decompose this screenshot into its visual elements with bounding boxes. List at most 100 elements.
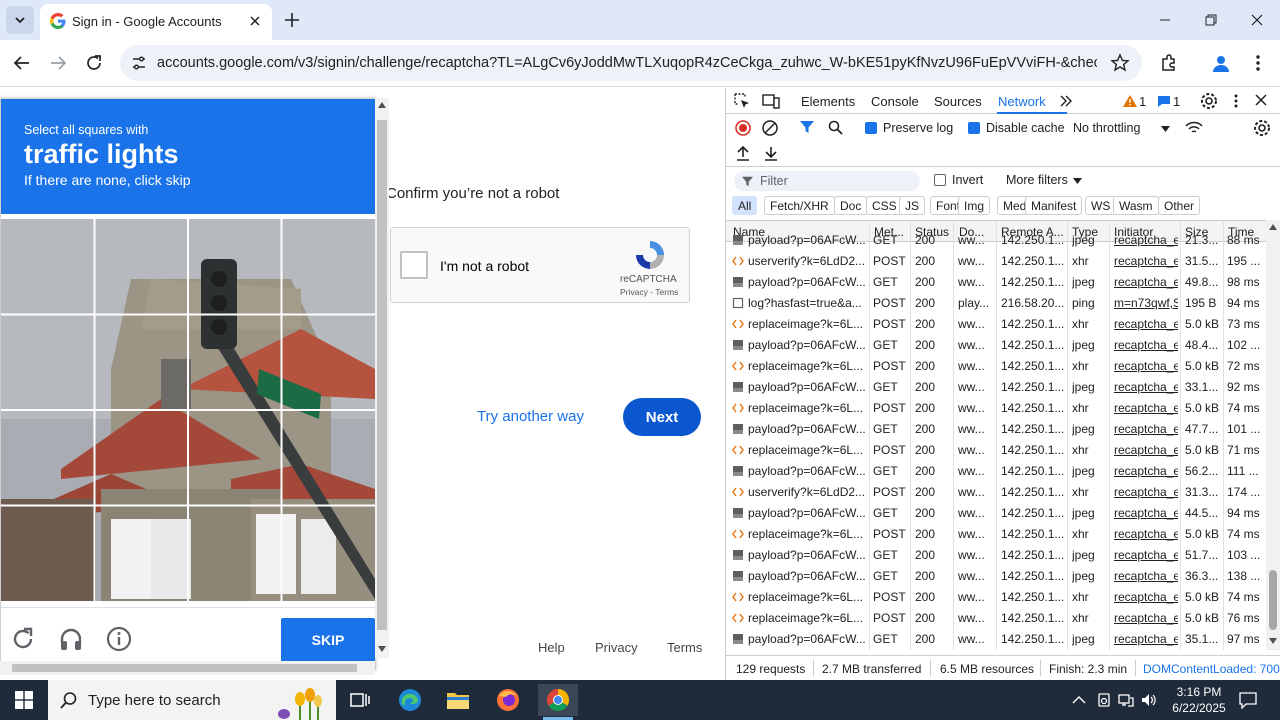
cell-initiator[interactable]: recaptcha_e	[1114, 338, 1178, 352]
task-view-button[interactable]	[340, 684, 380, 716]
cell-name[interactable]: payload?p=06AFcW...	[748, 275, 868, 289]
scrollbar-thumb[interactable]	[377, 120, 387, 630]
message-icon[interactable]	[1157, 95, 1171, 108]
dropdown-arrow-icon[interactable]	[1073, 178, 1082, 184]
device-icon[interactable]	[1096, 692, 1112, 708]
type-filter-other[interactable]: Other	[1158, 196, 1201, 215]
show-hidden-icons-icon[interactable]	[1071, 692, 1087, 708]
table-row[interactable]: payload?p=06AFcW... GET 200 ww... 142.250.1.…	[726, 503, 1270, 524]
cell-name[interactable]: replaceimage?k=6L...	[748, 359, 868, 373]
cell-name[interactable]: payload?p=06AFcW...	[748, 569, 868, 583]
extensions-button[interactable]	[1158, 52, 1180, 74]
cell-initiator[interactable]: recaptcha_e	[1114, 485, 1178, 499]
restore-button[interactable]	[1188, 0, 1234, 40]
cell-initiator[interactable]: recaptcha_e	[1114, 590, 1178, 604]
filter-input[interactable]: Filter	[734, 171, 920, 191]
new-tab-icon[interactable]	[282, 10, 302, 30]
reload-button[interactable]	[83, 52, 105, 74]
cell-name[interactable]: payload?p=06AFcW...	[748, 380, 868, 394]
type-filter-manifest[interactable]: Manifest	[1025, 196, 1083, 215]
next-button[interactable]: Next	[623, 398, 701, 436]
cell-name[interactable]: payload?p=06AFcW...	[748, 506, 868, 520]
footer-help-link[interactable]: Help	[538, 640, 565, 655]
volume-icon[interactable]	[1141, 692, 1157, 708]
cell-initiator[interactable]: recaptcha_e	[1114, 233, 1178, 247]
cell-initiator[interactable]: recaptcha_e	[1114, 254, 1178, 268]
type-filter-js[interactable]: JS	[899, 196, 926, 215]
taskbar-file-explorer[interactable]	[438, 684, 478, 716]
cell-initiator[interactable]: recaptcha_e	[1114, 422, 1178, 436]
taskbar-search-box[interactable]: Type here to search	[48, 680, 336, 720]
table-row[interactable]: payload?p=06AFcW... GET 200 ww... 142.250.1.…	[726, 335, 1270, 356]
cell-initiator[interactable]: m=n73qwf,S	[1114, 296, 1178, 310]
cell-name[interactable]: payload?p=06AFcW...	[748, 632, 868, 646]
more-tabs-icon[interactable]	[1059, 95, 1073, 107]
inspect-element-icon[interactable]	[734, 93, 750, 109]
cell-name[interactable]: payload?p=06AFcW...	[748, 338, 868, 352]
cell-initiator[interactable]: recaptcha_e	[1114, 275, 1178, 289]
table-row[interactable]: payload?p=06AFcW... GET 200 ww... 142.250.1.…	[726, 377, 1270, 398]
filter-icon[interactable]	[800, 120, 814, 134]
network-scrollbar[interactable]	[1266, 220, 1280, 650]
upload-icon[interactable]	[736, 146, 750, 161]
cell-initiator[interactable]: recaptcha_e	[1114, 506, 1178, 520]
table-row[interactable]: log?hasfast=true&a... POST 200 play... 216.5…	[726, 293, 1270, 314]
address-bar[interactable]: accounts.google.com/v3/signin/challenge/…	[120, 45, 1142, 81]
table-row[interactable]: payload?p=06AFcW... GET 200 ww... 142.250.1.…	[726, 272, 1270, 293]
chrome-menu-button[interactable]	[1247, 52, 1269, 74]
table-row[interactable]: replaceimage?k=6L... POST 200 ww... 142.250.…	[726, 398, 1270, 419]
close-devtools-icon[interactable]	[1255, 94, 1267, 106]
warning-icon[interactable]	[1123, 95, 1137, 107]
tab-elements[interactable]: Elements	[801, 94, 855, 109]
table-row[interactable]: replaceimage?k=6L... POST 200 ww... 142.250.…	[726, 608, 1270, 629]
table-row[interactable]: payload?p=06AFcW... GET 200 ww... 142.250.1.…	[726, 230, 1270, 251]
table-row[interactable]: replaceimage?k=6L... POST 200 ww... 142.250.…	[726, 524, 1270, 545]
site-info-icon[interactable]	[130, 54, 148, 72]
table-row[interactable]: payload?p=06AFcW... GET 200 ww... 142.250.1.…	[726, 566, 1270, 587]
system-clock[interactable]: 3:16 PM 6/22/2025	[1167, 684, 1231, 716]
cell-initiator[interactable]: recaptcha_e	[1114, 443, 1178, 457]
cell-name[interactable]: replaceimage?k=6L...	[748, 317, 868, 331]
cell-initiator[interactable]: recaptcha_e	[1114, 359, 1178, 373]
table-row[interactable]: replaceimage?k=6L... POST 200 ww... 142.250.…	[726, 587, 1270, 608]
taskbar-chrome[interactable]	[538, 684, 578, 716]
cell-name[interactable]: payload?p=06AFcW...	[748, 233, 868, 247]
browser-tab[interactable]: Sign in - Google Accounts	[40, 4, 272, 40]
tab-console[interactable]: Console	[871, 94, 919, 109]
cell-name[interactable]: replaceimage?k=6L...	[748, 590, 868, 604]
table-row[interactable]: replaceimage?k=6L... POST 200 ww... 142.250.…	[726, 440, 1270, 461]
network-icon[interactable]	[1118, 692, 1134, 708]
footer-privacy-link[interactable]: Privacy	[595, 640, 638, 655]
footer-terms-link[interactable]: Terms	[667, 640, 702, 655]
more-filters-button[interactable]: More filters	[1006, 173, 1068, 187]
cell-initiator[interactable]: recaptcha_e	[1114, 401, 1178, 415]
skip-button[interactable]: SKIP	[281, 618, 375, 662]
table-row[interactable]: payload?p=06AFcW... GET 200 ww... 142.250.1.…	[726, 629, 1270, 650]
scrollbar-thumb[interactable]	[12, 664, 357, 672]
cell-name[interactable]: replaceimage?k=6L...	[748, 611, 868, 625]
type-filter-fetch-xhr[interactable]: Fetch/XHR	[764, 196, 835, 215]
start-button[interactable]	[0, 680, 48, 720]
cell-name[interactable]: replaceimage?k=6L...	[748, 401, 868, 415]
cell-initiator[interactable]: recaptcha_e	[1114, 527, 1178, 541]
device-toolbar-icon[interactable]	[762, 93, 780, 109]
back-button[interactable]	[11, 52, 33, 74]
close-tab-icon[interactable]	[246, 12, 264, 30]
scroll-down-icon[interactable]	[1269, 638, 1277, 644]
record-stop-icon[interactable]	[735, 120, 751, 136]
taskbar-firefox[interactable]	[488, 684, 528, 716]
cell-name[interactable]: userverify?k=6LdD2...	[748, 485, 868, 499]
type-filter-ws[interactable]: WS	[1085, 196, 1117, 215]
table-row[interactable]: payload?p=06AFcW... GET 200 ww... 142.250.1.…	[726, 419, 1270, 440]
settings-gear-icon[interactable]	[1200, 92, 1218, 110]
scroll-up-icon[interactable]	[1269, 224, 1277, 230]
cell-name[interactable]: payload?p=06AFcW...	[748, 548, 868, 562]
type-filter-wasm[interactable]: Wasm	[1113, 196, 1159, 215]
invert-checkbox[interactable]	[934, 174, 946, 186]
cell-initiator[interactable]: recaptcha_e	[1114, 569, 1178, 583]
table-row[interactable]: replaceimage?k=6L... POST 200 ww... 142.250.…	[726, 356, 1270, 377]
captcha-vertical-scrollbar[interactable]	[375, 98, 389, 658]
close-window-button[interactable]	[1234, 0, 1280, 40]
table-row[interactable]: replaceimage?k=6L... POST 200 ww... 142.250.…	[726, 314, 1270, 335]
reload-icon[interactable]	[10, 626, 36, 652]
